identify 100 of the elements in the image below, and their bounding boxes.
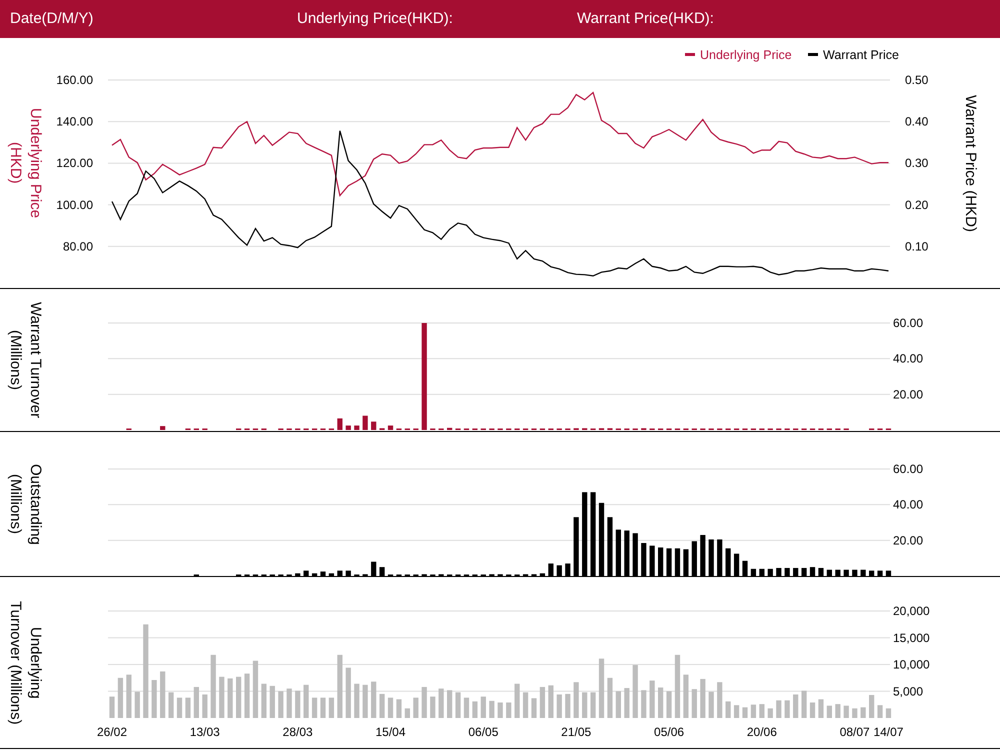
- axis-tick-label: 13/03: [190, 725, 220, 739]
- bar: [286, 688, 292, 718]
- header-label: Warrant Price(HKD):: [577, 8, 715, 29]
- bar: [489, 700, 494, 718]
- bar: [430, 696, 436, 718]
- bar: [438, 688, 444, 718]
- bar: [565, 694, 570, 718]
- axis-tick-label: 20,000: [893, 604, 930, 618]
- bar: [455, 692, 461, 718]
- bar: [261, 684, 267, 718]
- bar: [126, 674, 132, 718]
- bar: [328, 698, 334, 718]
- bar: [860, 707, 866, 718]
- bar: [210, 654, 216, 718]
- header-label: Underlying Price(HKD):: [297, 8, 454, 29]
- bar: [202, 694, 208, 718]
- bar: [590, 692, 596, 718]
- axis-tick-label: 10,000: [893, 658, 930, 672]
- bar: [244, 674, 250, 718]
- axis-tick-label: 26/02: [96, 725, 128, 739]
- bar: [194, 686, 199, 718]
- bar: [480, 696, 486, 718]
- bar: [362, 416, 368, 430]
- bar: [658, 688, 664, 718]
- bar: [708, 692, 714, 718]
- bar: [388, 698, 394, 718]
- bar: [312, 698, 318, 718]
- bar: [152, 680, 157, 718]
- bar: [674, 654, 680, 718]
- bar: [844, 706, 849, 718]
- axis-tick-label: 15/04: [376, 725, 406, 739]
- bar: [869, 695, 874, 718]
- axis-tick-label: 0.10: [905, 239, 928, 254]
- axis-tick-label: 60.00: [893, 462, 924, 476]
- bar: [134, 692, 140, 718]
- bar: [574, 682, 579, 718]
- bar: [447, 428, 452, 430]
- axis-tick-label: 60.00: [893, 316, 924, 330]
- bar: [362, 684, 368, 718]
- bar: [616, 691, 621, 718]
- bar: [346, 426, 351, 430]
- axis-tick-label: 120.00: [56, 156, 93, 170]
- axis-tick-label: 20.00: [893, 387, 924, 402]
- bar: [422, 686, 427, 718]
- bar: [109, 696, 115, 718]
- bar: [776, 700, 782, 718]
- axis-tick-label: 0.30: [905, 156, 928, 170]
- bar: [726, 701, 731, 718]
- axis-title: Underlying Price (HKD): [6, 106, 45, 220]
- axis-tick-label: 15,000: [893, 630, 930, 645]
- bar: [826, 706, 832, 718]
- bar: [354, 684, 360, 718]
- axis-tick-label: 0.40: [905, 114, 928, 129]
- bar: [346, 668, 351, 718]
- bar: [498, 702, 503, 718]
- bar: [582, 692, 588, 718]
- bar: [886, 708, 892, 718]
- bar: [118, 678, 124, 718]
- bar: [252, 660, 258, 718]
- axis-tick-label: 21/05: [561, 725, 592, 739]
- bar: [531, 698, 537, 718]
- bar: [607, 678, 613, 718]
- bar: [742, 707, 748, 718]
- bar: [692, 689, 697, 718]
- bar: [168, 692, 174, 718]
- bar: [354, 426, 360, 430]
- legend-label: Warrant Price: [823, 48, 899, 62]
- bar: [683, 674, 689, 718]
- bar: [396, 699, 402, 718]
- legend-swatch: [808, 53, 818, 56]
- bar: [666, 691, 672, 718]
- axis-tick-label: 140.00: [56, 114, 93, 129]
- axis-tick-label: 08/07: [840, 725, 870, 739]
- legend-swatch: [685, 53, 695, 56]
- bar: [404, 708, 410, 718]
- bar: [810, 702, 816, 718]
- bar: [759, 704, 764, 718]
- axis-tick-label: 5,000: [893, 684, 924, 698]
- axis-tick-label: 0.50: [905, 73, 928, 87]
- bar: [717, 682, 722, 718]
- bar: [556, 694, 562, 718]
- legend-label: Underlying Price: [700, 48, 792, 62]
- bar: [219, 676, 224, 718]
- bar: [447, 690, 452, 718]
- bar: [236, 676, 242, 718]
- bar: [270, 686, 275, 718]
- bar: [522, 692, 528, 718]
- bar: [734, 705, 740, 718]
- bar: [514, 684, 520, 718]
- bar: [278, 691, 284, 718]
- bar: [304, 684, 309, 718]
- axis-title: Warrant Turnover (Millions): [6, 300, 45, 420]
- axis-tick-label: 40.00: [893, 352, 924, 366]
- bar: [700, 678, 706, 718]
- bar: [295, 690, 300, 718]
- bar: [160, 671, 166, 718]
- bar: [835, 704, 840, 718]
- axis-tick-label: 20/06: [746, 725, 777, 739]
- axis-title: Warrant Price (HKD): [961, 94, 980, 234]
- axis-tick-label: 80.00: [62, 239, 93, 254]
